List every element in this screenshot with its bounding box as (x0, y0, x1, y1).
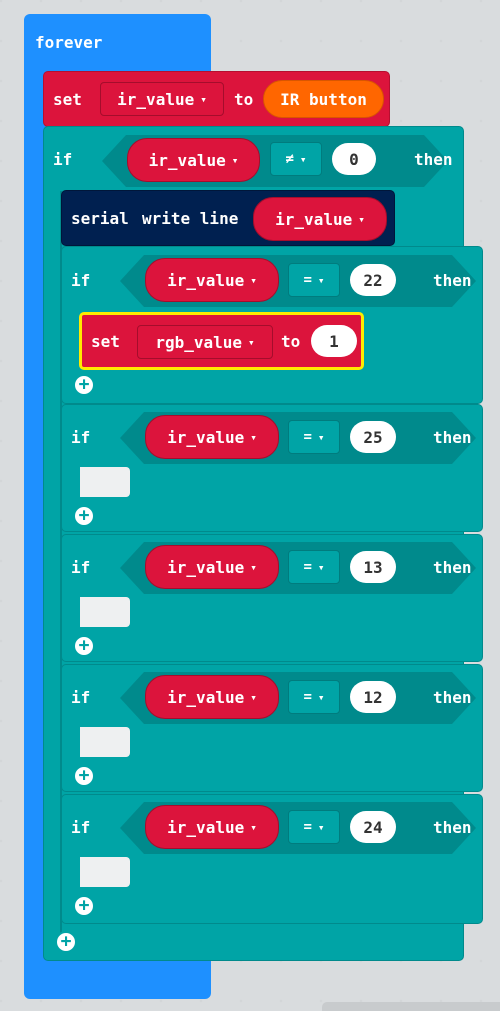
variable-name: ir_value (167, 557, 245, 577)
plus-glyph: + (78, 374, 90, 395)
chevron-down-icon: ▾ (231, 153, 239, 167)
add-else-plus-icon[interactable]: + (73, 505, 95, 527)
variable-name: ir_value (167, 427, 245, 447)
chevron-down-icon: ▾ (250, 273, 257, 287)
then-label: then (433, 688, 472, 707)
then-label: then (433, 428, 472, 447)
then-label: then (414, 150, 453, 169)
if-label: if (71, 818, 91, 837)
ir-value-reporter[interactable]: ir_value ▾ (145, 415, 279, 459)
chevron-down-icon: ▾ (200, 92, 207, 106)
ir-value-reporter[interactable]: ir_value ▾ (127, 138, 260, 182)
variable-name: ir_value (167, 270, 245, 290)
ir-value-reporter[interactable]: ir_value ▾ (253, 197, 387, 241)
then-label: then (433, 271, 472, 290)
ir-value-reporter[interactable]: ir_value ▾ (145, 805, 279, 849)
variable-dropdown-rgb-value[interactable]: rgb_value ▾ (137, 325, 273, 359)
chevron-down-icon: ▾ (358, 212, 365, 226)
empty-slot (80, 467, 130, 497)
chevron-down-icon: ▾ (299, 152, 307, 166)
if-label: if (71, 688, 91, 707)
operator-symbol: = (303, 689, 312, 705)
operator-dropdown[interactable]: = ▾ (288, 550, 340, 584)
number-input[interactable]: 25 (350, 421, 396, 453)
set-rgb-value-block[interactable]: set rgb_value ▾ to 1 (79, 312, 364, 370)
set-label: set (53, 90, 82, 109)
variable-name: rgb_value (155, 332, 243, 352)
chevron-down-icon: ▾ (317, 690, 325, 704)
plus-glyph: + (78, 895, 90, 916)
then-label: then (433, 818, 472, 837)
chevron-down-icon: ▾ (250, 690, 257, 704)
operator-dropdown[interactable]: = ▾ (288, 680, 340, 714)
variable-name: ir_value (275, 209, 353, 229)
operator-symbol: = (303, 429, 312, 445)
to-label: to (234, 90, 254, 109)
to-label: to (281, 332, 301, 351)
write-line-label: write line (142, 209, 239, 228)
chevron-down-icon: ▾ (250, 430, 257, 444)
chevron-down-icon: ▾ (317, 820, 325, 834)
operator-dropdown[interactable]: ≠ ▾ (270, 142, 322, 176)
empty-slot (80, 857, 130, 887)
inner-if-block-12[interactable]: if ir_value ▾ = ▾ 12 then + (61, 664, 483, 792)
add-else-plus-icon[interactable]: + (55, 931, 77, 953)
plus-glyph: + (78, 505, 90, 526)
ir-value-reporter[interactable]: ir_value ▾ (145, 258, 279, 302)
operator-dropdown[interactable]: = ▾ (288, 810, 340, 844)
chevron-down-icon: ▾ (317, 430, 325, 444)
if-label: if (71, 558, 91, 577)
number-input[interactable]: 12 (350, 681, 396, 713)
plus-glyph: + (60, 931, 72, 952)
operator-dropdown[interactable]: = ▾ (288, 263, 340, 297)
variable-name: ir_value (117, 89, 195, 109)
ir-value-reporter[interactable]: ir_value ▾ (145, 545, 279, 589)
operator-dropdown[interactable]: = ▾ (288, 420, 340, 454)
inner-if-block-24[interactable]: if ir_value ▾ = ▾ 24 then + (61, 794, 483, 924)
inner-if-block-25[interactable]: if ir_value ▾ = ▾ 25 then + (61, 404, 483, 532)
ir-button-reporter[interactable]: IR button (263, 80, 384, 118)
if-label: if (71, 271, 91, 290)
chevron-down-icon: ▾ (248, 335, 255, 349)
variable-name: ir_value (167, 687, 245, 707)
serial-write-line-block[interactable]: serial write line ir_value ▾ (61, 190, 395, 246)
forever-label: forever (35, 33, 103, 52)
ir-button-label: IR button (280, 89, 367, 109)
variable-name: ir_value (148, 150, 226, 170)
if-label: if (53, 150, 73, 169)
empty-slot (80, 597, 130, 627)
number-input[interactable]: 13 (350, 551, 396, 583)
plus-glyph: + (78, 635, 90, 656)
add-else-plus-icon[interactable]: + (73, 635, 95, 657)
inner-if-block-13[interactable]: if ir_value ▾ = ▾ 13 then + (61, 534, 483, 662)
number-input[interactable]: 22 (350, 264, 396, 296)
ir-value-reporter[interactable]: ir_value ▾ (145, 675, 279, 719)
horizontal-scrollbar[interactable] (322, 1002, 500, 1011)
operator-symbol: = (303, 559, 312, 575)
add-else-plus-icon[interactable]: + (73, 895, 95, 917)
add-else-plus-icon[interactable]: + (73, 765, 95, 787)
chevron-down-icon: ▾ (250, 820, 257, 834)
set-label: set (91, 332, 120, 351)
set-ir-value-block[interactable]: set ir_value ▾ to IR button (43, 71, 390, 127)
number-input[interactable]: 1 (311, 325, 357, 357)
operator-symbol: = (303, 272, 312, 288)
empty-slot (80, 727, 130, 757)
add-else-plus-icon[interactable]: + (73, 374, 95, 396)
number-input[interactable]: 0 (332, 143, 376, 175)
chevron-down-icon: ▾ (250, 560, 257, 574)
operator-symbol: = (303, 819, 312, 835)
plus-glyph: + (78, 765, 90, 786)
if-label: if (71, 428, 91, 447)
chevron-down-icon: ▾ (317, 273, 325, 287)
number-input[interactable]: 24 (350, 811, 396, 843)
operator-symbol: ≠ (285, 151, 294, 167)
serial-label: serial (71, 209, 129, 228)
then-label: then (433, 558, 472, 577)
variable-dropdown-ir-value[interactable]: ir_value ▾ (100, 82, 224, 116)
variable-name: ir_value (167, 817, 245, 837)
chevron-down-icon: ▾ (317, 560, 325, 574)
